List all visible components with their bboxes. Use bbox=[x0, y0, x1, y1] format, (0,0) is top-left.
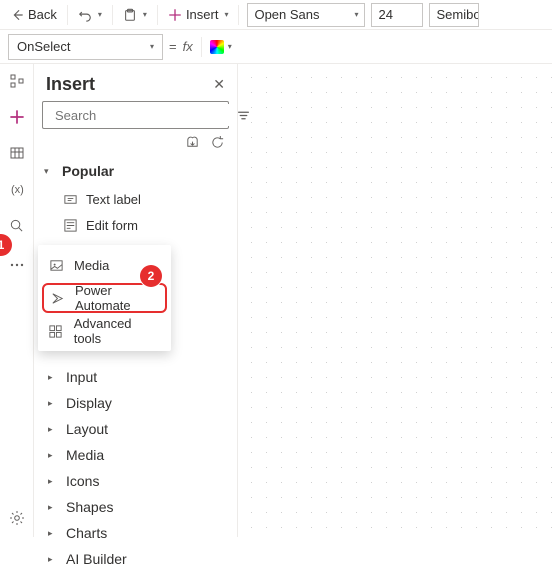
font-family-value: Open Sans bbox=[254, 7, 319, 22]
divider bbox=[238, 5, 239, 25]
insert-rail-button[interactable] bbox=[8, 108, 26, 126]
annotation-1-label: 1 bbox=[0, 238, 4, 252]
category-icons[interactable]: ▸ Icons bbox=[34, 468, 237, 494]
chevron-right-icon: ▸ bbox=[48, 450, 58, 461]
media-icon bbox=[48, 257, 64, 273]
undo-icon bbox=[78, 8, 92, 22]
category-ai-builder[interactable]: ▸ AI Builder bbox=[34, 546, 237, 572]
annotation-2: 2 bbox=[140, 265, 162, 287]
insert-dropdown[interactable]: Insert ▾ bbox=[162, 2, 235, 28]
advanced-tools-icon bbox=[48, 323, 64, 339]
settings-rail-button[interactable] bbox=[8, 509, 26, 527]
more-menu-popup: Media Power Automate Advanced tools bbox=[38, 245, 171, 351]
menu-label: Power Automate bbox=[75, 283, 159, 313]
divider bbox=[157, 5, 158, 25]
property-select[interactable]: OnSelect ▾ bbox=[8, 34, 163, 60]
back-button[interactable]: Back bbox=[4, 2, 63, 28]
category-media[interactable]: ▸ Media bbox=[34, 442, 237, 468]
design-canvas[interactable] bbox=[238, 64, 552, 537]
filter-icon[interactable] bbox=[237, 109, 250, 122]
menu-label: Advanced tools bbox=[74, 316, 161, 346]
chevron-down-icon: ▾ bbox=[228, 42, 232, 51]
arrow-left-icon bbox=[10, 8, 24, 22]
divider bbox=[201, 37, 202, 57]
chevron-down-icon: ▾ bbox=[44, 166, 54, 177]
more-rail-button[interactable] bbox=[8, 256, 26, 274]
cat-label: Media bbox=[66, 447, 104, 463]
item-label: Text label bbox=[86, 192, 141, 207]
refresh-button[interactable] bbox=[210, 135, 225, 150]
category-shapes[interactable]: ▸ Shapes bbox=[34, 494, 237, 520]
chevron-right-icon: ▸ bbox=[48, 476, 58, 487]
chevron-right-icon: ▸ bbox=[48, 502, 58, 513]
close-panel-button[interactable]: ✕ bbox=[213, 76, 225, 93]
power-automate-icon bbox=[50, 290, 65, 306]
chevron-down-icon: ▾ bbox=[143, 10, 147, 19]
cat-label: Shapes bbox=[66, 499, 113, 515]
chevron-right-icon: ▸ bbox=[48, 554, 58, 565]
font-size-select[interactable]: 24 bbox=[371, 3, 423, 27]
svg-text:(x): (x) bbox=[11, 184, 24, 196]
font-weight-select[interactable]: Semibold bbox=[429, 3, 479, 27]
top-toolbar: Back ▾ ▾ Insert ▾ Open Sans ▾ 24 Semibol… bbox=[0, 0, 552, 30]
left-rail: (x) bbox=[0, 64, 34, 537]
search-box[interactable] bbox=[42, 101, 229, 129]
cat-label: Icons bbox=[66, 473, 99, 489]
category-layout[interactable]: ▸ Layout bbox=[34, 416, 237, 442]
item-text-label[interactable]: Text label bbox=[34, 186, 237, 212]
panel-title: Insert bbox=[46, 74, 95, 95]
tree-view-button[interactable] bbox=[8, 72, 26, 90]
category-charts[interactable]: ▸Charts bbox=[34, 520, 237, 546]
chevron-down-icon: ▾ bbox=[98, 10, 102, 19]
cat-label: Input bbox=[66, 369, 97, 385]
plus-icon bbox=[168, 8, 182, 22]
undo-button[interactable]: ▾ bbox=[72, 2, 108, 28]
popular-label: Popular bbox=[62, 163, 114, 179]
chevron-right-icon: ▸ bbox=[48, 398, 58, 409]
back-label: Back bbox=[28, 7, 57, 22]
cat-label: Layout bbox=[66, 421, 108, 437]
item-label: Edit form bbox=[86, 218, 138, 233]
category-display[interactable]: ▸ Display bbox=[34, 390, 237, 416]
insert-label: Insert bbox=[186, 7, 219, 22]
font-family-select[interactable]: Open Sans ▾ bbox=[247, 3, 365, 27]
chevron-down-icon: ▾ bbox=[224, 10, 228, 19]
variables-rail-button[interactable]: (x) bbox=[8, 180, 26, 198]
data-rail-button[interactable] bbox=[8, 144, 26, 162]
category-input[interactable]: ▸ Input bbox=[34, 364, 237, 390]
edit-form-icon bbox=[62, 217, 78, 233]
property-value: OnSelect bbox=[17, 39, 70, 54]
annotation-2-label: 2 bbox=[148, 269, 155, 283]
font-size-value: 24 bbox=[378, 7, 392, 22]
menu-power-automate[interactable]: Power Automate bbox=[42, 283, 167, 313]
menu-advanced-tools[interactable]: Advanced tools bbox=[38, 315, 171, 347]
cat-label: Charts bbox=[66, 525, 107, 541]
menu-label: Media bbox=[74, 258, 109, 273]
search-input[interactable] bbox=[55, 104, 231, 126]
cat-label: Display bbox=[66, 395, 112, 411]
chevron-down-icon: ▾ bbox=[150, 42, 154, 51]
insert-tree: ▾ Popular Text label Edit form Text inpu… bbox=[34, 154, 237, 574]
paste-button[interactable]: ▾ bbox=[117, 2, 153, 28]
copilot-icon bbox=[210, 40, 224, 54]
get-more-components-button[interactable] bbox=[185, 135, 200, 150]
formula-bar: OnSelect ▾ = fx ▾ bbox=[0, 30, 552, 64]
chevron-right-icon: ▸ bbox=[48, 372, 58, 383]
clipboard-icon bbox=[123, 8, 137, 22]
category-popular[interactable]: ▾ Popular bbox=[34, 156, 237, 186]
fx-label: fx bbox=[183, 39, 193, 54]
search-rail-button[interactable] bbox=[8, 216, 26, 234]
divider bbox=[112, 5, 113, 25]
chevron-right-icon: ▸ bbox=[48, 424, 58, 435]
divider bbox=[67, 5, 68, 25]
item-edit-form[interactable]: Edit form bbox=[34, 212, 237, 238]
copilot-button[interactable]: ▾ bbox=[210, 40, 232, 54]
text-label-icon bbox=[62, 191, 78, 207]
chevron-down-icon: ▾ bbox=[354, 10, 358, 19]
font-weight-value: Semibold bbox=[436, 7, 478, 22]
equals-sign: = bbox=[169, 39, 177, 54]
cat-label: AI Builder bbox=[66, 551, 127, 567]
